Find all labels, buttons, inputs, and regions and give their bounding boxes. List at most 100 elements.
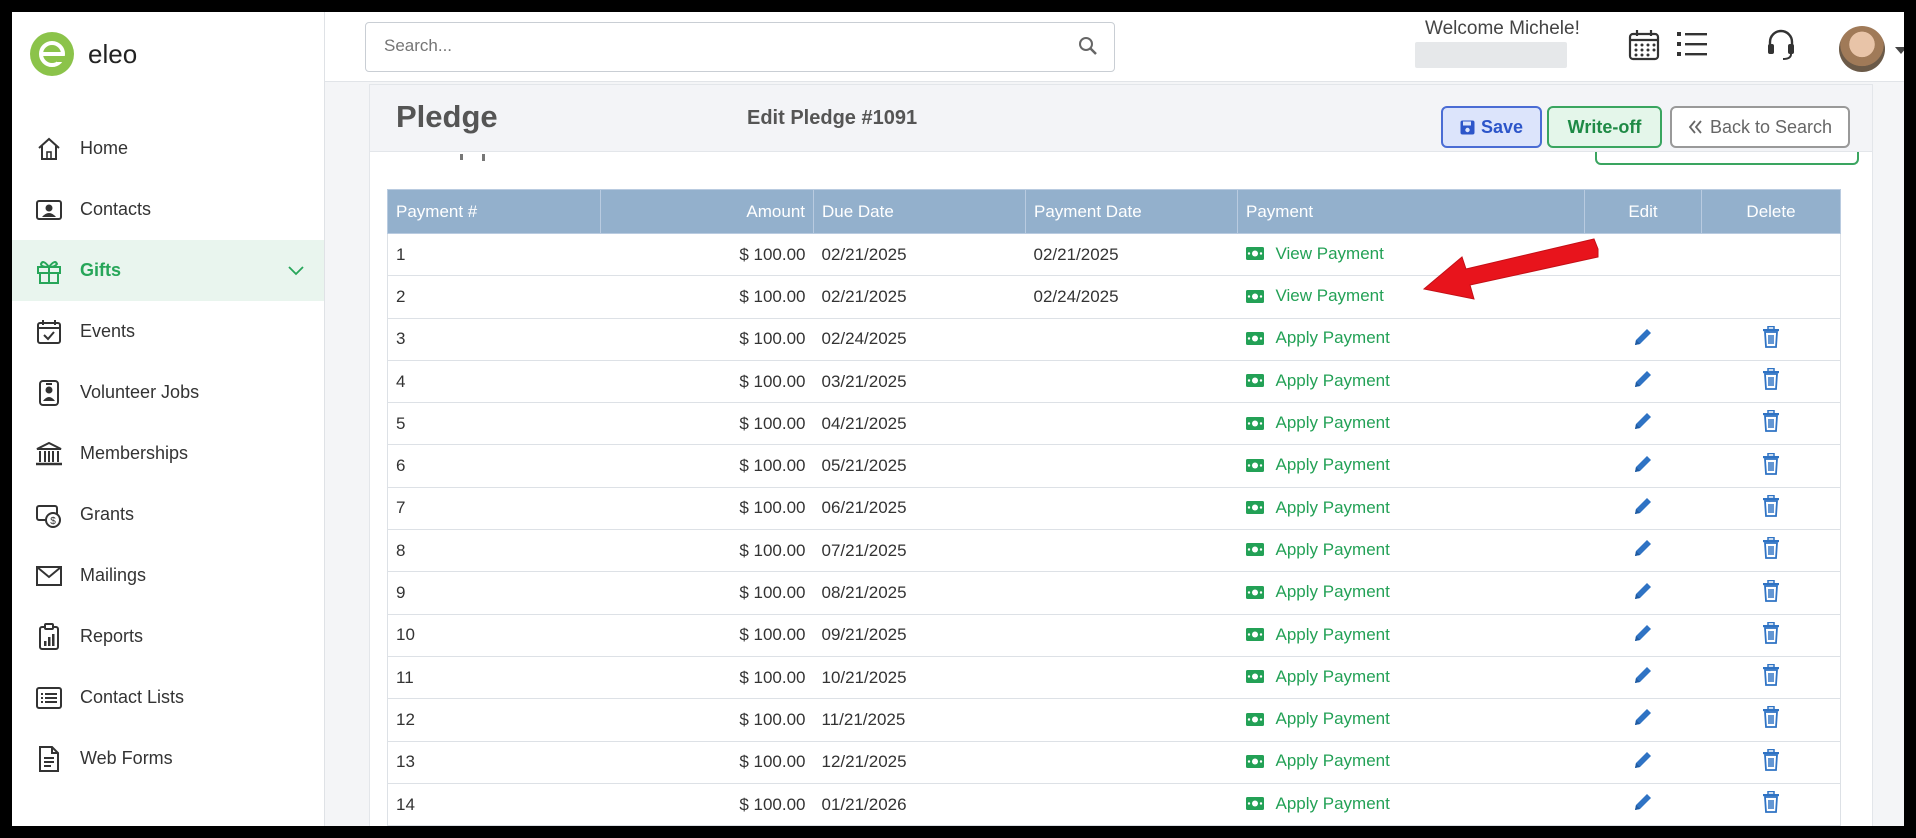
col-delete: Delete (1701, 189, 1841, 234)
payment-link-label: Apply Payment (1275, 582, 1390, 602)
money-icon: $ (34, 500, 64, 530)
payment-cell: Apply Payment (1237, 318, 1585, 361)
task-list-icon[interactable] (1677, 30, 1709, 63)
chevron-down-icon[interactable] (288, 260, 304, 281)
trash-delete-icon[interactable] (1762, 410, 1780, 433)
pencil-edit-icon[interactable] (1632, 706, 1654, 728)
sidebar-item-contacts[interactable]: Contacts (12, 179, 324, 240)
trash-delete-icon[interactable] (1762, 494, 1780, 517)
sidebar-item-reports[interactable]: Reports (12, 606, 324, 667)
payment-cell: Apply Payment (1237, 444, 1585, 488)
pencil-edit-icon[interactable] (1632, 749, 1654, 771)
money-icon (1245, 501, 1270, 515)
apply-payment-link[interactable]: Apply Payment (1245, 582, 1390, 602)
pencil-edit-icon[interactable] (1632, 410, 1654, 432)
apply-payment-link[interactable]: Apply Payment (1245, 709, 1390, 729)
trash-delete-icon[interactable] (1762, 621, 1780, 644)
caret-down-icon[interactable] (1895, 42, 1904, 60)
sidebar-item-events[interactable]: Events (12, 301, 324, 362)
trash-delete-icon[interactable] (1762, 664, 1780, 687)
trash-delete-icon[interactable] (1762, 579, 1780, 602)
card-header: Pledge Edit Pledge #1091 Save Write-off … (370, 85, 1872, 152)
pencil-edit-icon[interactable] (1632, 453, 1654, 475)
pledge-card: Pledge Edit Pledge #1091 Save Write-off … (369, 84, 1873, 826)
logo[interactable]: eleo (30, 32, 137, 76)
pencil-edit-icon[interactable] (1632, 791, 1654, 813)
payment-link-label: Apply Payment (1275, 751, 1390, 771)
write-off-button[interactable]: Write-off (1547, 106, 1662, 148)
bank-icon (34, 439, 64, 469)
obscured-green-button (1595, 151, 1859, 165)
payment-number-cell: 2 (387, 275, 601, 319)
sidebar-item-gifts[interactable]: Gifts (12, 240, 324, 301)
trash-delete-icon[interactable] (1762, 706, 1780, 729)
trash-delete-icon[interactable] (1762, 368, 1780, 390)
save-button[interactable]: Save (1441, 106, 1542, 148)
apply-payment-link[interactable]: Apply Payment (1245, 498, 1390, 518)
trash-delete-icon[interactable] (1762, 452, 1780, 475)
due-date-cell: 02/21/2025 (813, 233, 1026, 277)
table-row: 12 $ 100.00 11/21/2025 Apply Payment (387, 698, 1841, 742)
amount-cell: $ 100.00 (600, 275, 814, 319)
apply-payment-link[interactable]: Apply Payment (1245, 667, 1390, 687)
payment-date-cell (1025, 402, 1238, 446)
sidebar-item-grants[interactable]: $ Grants (12, 484, 324, 545)
money-icon (1245, 374, 1270, 388)
sidebar-item-label: Grants (80, 504, 135, 524)
apply-payment-link[interactable]: Apply Payment (1245, 371, 1390, 391)
sidebar-item-memberships[interactable]: Memberships (12, 423, 324, 484)
due-date-cell: 08/21/2025 (813, 571, 1026, 615)
headset-support-icon[interactable] (1765, 28, 1797, 67)
trash-delete-icon[interactable] (1762, 325, 1780, 348)
apply-payment-link[interactable]: Apply Payment (1245, 540, 1390, 560)
apply-payment-link[interactable]: Apply Payment (1245, 751, 1390, 771)
double-chevron-left-icon (1688, 120, 1702, 134)
trash-delete-icon[interactable] (1762, 537, 1780, 560)
apply-payment-link[interactable]: Apply Payment (1245, 625, 1390, 645)
edit-cell (1584, 656, 1702, 700)
apply-payment-link[interactable]: Apply Payment (1245, 328, 1390, 348)
top-bar: Welcome Michele! (325, 12, 1904, 82)
due-date-cell: 12/21/2025 (813, 741, 1026, 784)
col-amount: Amount (600, 189, 814, 234)
apply-payment-link[interactable]: Apply Payment (1245, 413, 1390, 433)
pencil-edit-icon[interactable] (1632, 537, 1654, 559)
view-payment-link[interactable]: View Payment (1245, 244, 1384, 264)
edit-cell (1584, 444, 1702, 488)
back-to-search-button[interactable]: Back to Search (1670, 106, 1850, 148)
sidebar-item-label: Memberships (80, 443, 189, 463)
pencil-edit-icon[interactable] (1632, 326, 1654, 348)
apply-payment-link[interactable]: Apply Payment (1245, 794, 1390, 814)
edit-pledge-title: Edit Pledge #1091 (747, 107, 918, 129)
edit-cell (1584, 783, 1702, 826)
calendar-icon[interactable] (1627, 28, 1661, 67)
sidebar-nav: Home Contacts Gifts Events Volunteer Jobs Mem… (12, 118, 324, 789)
sidebar-item-home[interactable]: Home (12, 118, 324, 179)
pencil-edit-icon[interactable] (1632, 368, 1654, 390)
edit-cell (1584, 318, 1702, 361)
pencil-edit-icon[interactable] (1632, 495, 1654, 517)
payment-cell: Apply Payment (1237, 741, 1585, 784)
red-arrow-annotation (1422, 238, 1599, 300)
payment-date-cell (1025, 360, 1238, 404)
view-payment-link[interactable]: View Payment (1245, 286, 1384, 306)
sidebar-item-volunteer-jobs[interactable]: Volunteer Jobs (12, 362, 324, 423)
pencil-edit-icon[interactable] (1632, 622, 1654, 644)
sidebar-item-label: Events (80, 321, 136, 341)
amount-cell: $ 100.00 (600, 487, 814, 531)
sidebar-item-web-forms[interactable]: Web Forms (12, 728, 324, 789)
sidebar-item-mailings[interactable]: Mailings (12, 545, 324, 606)
search-icon[interactable] (1078, 36, 1098, 61)
trash-delete-icon[interactable] (1762, 791, 1780, 813)
search-input[interactable] (366, 23, 1082, 69)
apply-payment-link[interactable]: Apply Payment (1245, 455, 1390, 475)
table-row: 2 $ 100.00 02/21/2025 02/24/2025 View Paymen… (387, 275, 1841, 319)
payment-date-cell: 02/21/2025 (1025, 233, 1238, 277)
trash-delete-icon[interactable] (1762, 748, 1780, 771)
pencil-edit-icon[interactable] (1632, 664, 1654, 686)
pencil-edit-icon[interactable] (1632, 580, 1654, 602)
table-row: 8 $ 100.00 07/21/2025 Apply Payment (387, 529, 1841, 573)
payment-cell: Apply Payment (1237, 698, 1585, 742)
sidebar-item-contact-lists[interactable]: Contact Lists (12, 667, 324, 728)
user-avatar[interactable] (1839, 26, 1885, 72)
